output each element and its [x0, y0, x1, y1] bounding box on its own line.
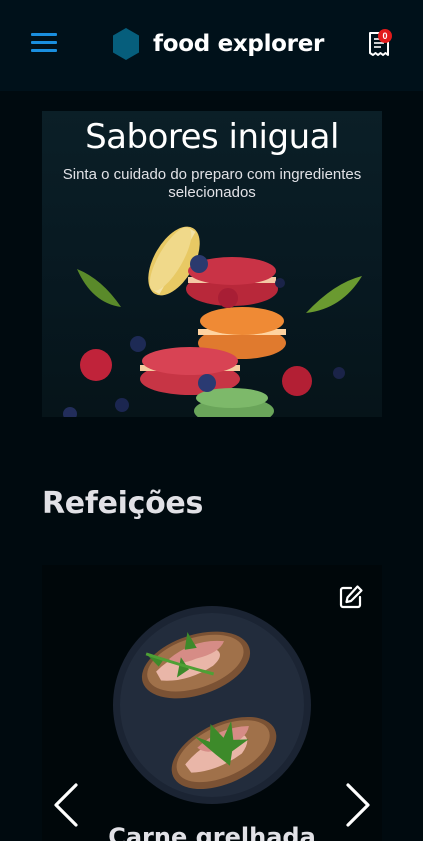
- brand-name: food explorer: [153, 31, 325, 57]
- brand-logo[interactable]: food explorer: [111, 27, 324, 61]
- banner-title: Sabores inigual: [85, 117, 339, 157]
- hexagon-logo-icon: [113, 28, 139, 60]
- chevron-left-icon[interactable]: [52, 783, 80, 827]
- chevron-right-icon[interactable]: [344, 783, 372, 827]
- bruschetta-with-bacon-and-arugula: [113, 606, 311, 804]
- dish-name: Carne grelhada: [108, 823, 316, 841]
- hamburger-menu-icon[interactable]: [31, 33, 57, 53]
- app-header: food explorer 0: [0, 0, 423, 91]
- dish-card[interactable]: Carne grelhada: [42, 565, 382, 841]
- orders-count-badge: 0: [378, 29, 392, 43]
- banner-subtitle: Sinta o cuidado do preparo com ingredien…: [62, 166, 362, 201]
- section-title-meals: Refeições: [42, 486, 204, 521]
- pencil-edit-icon[interactable]: [337, 583, 365, 611]
- hero-banner: Sabores inigual Sinta o cuidado do prepa…: [42, 111, 382, 417]
